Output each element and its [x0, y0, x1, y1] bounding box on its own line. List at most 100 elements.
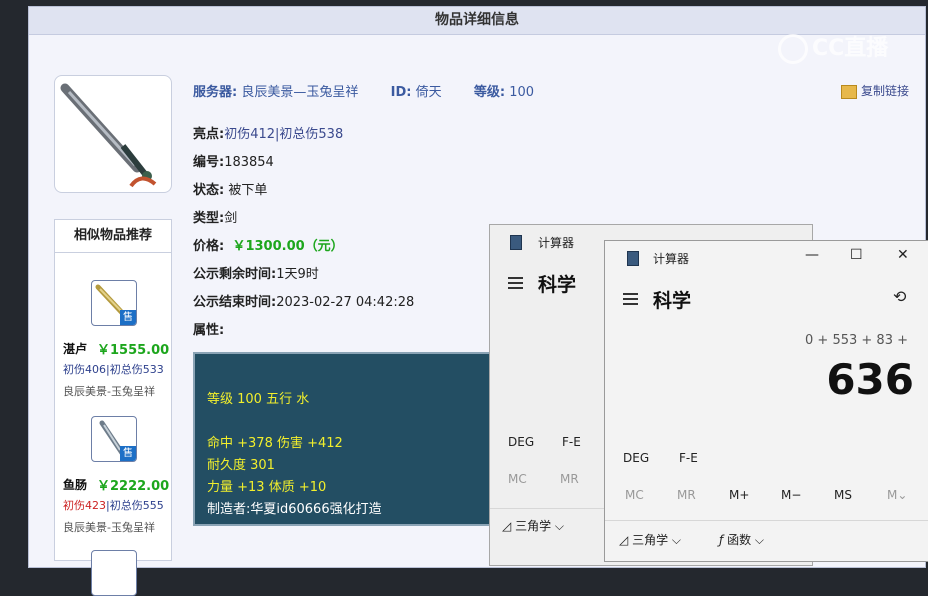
- highlight-value: 初伤412|初总伤538: [224, 127, 344, 142]
- attr-line-hit: 命中 +378 伤害 +412: [207, 436, 343, 451]
- minimize-button[interactable]: —: [805, 247, 819, 263]
- status-row: 状态: 被下单: [193, 179, 267, 198]
- desktop-background: 物品详细信息 相似物品推荐 售 湛卢 ￥1555.00 初伤406|初总伤533…: [0, 0, 928, 596]
- memory-list-button[interactable]: M⌄: [887, 488, 907, 502]
- type-row: 类型:剑: [193, 207, 237, 226]
- watermark-logo-icon: [778, 34, 808, 64]
- calculator-title: 计算器: [653, 252, 690, 266]
- similar-item-price: ￥2222.00: [97, 479, 170, 494]
- server-value: 良辰美景—玉兔呈祥: [241, 85, 359, 100]
- trig-label: 三角学: [515, 519, 552, 533]
- fe-button[interactable]: F-E: [562, 435, 581, 449]
- function-label: 函数: [727, 533, 752, 547]
- similar-item-stat-b: |初总伤555: [106, 499, 164, 512]
- attr-line-strength: 力量 +13 体质 +10: [207, 480, 327, 495]
- calculator-app-icon: [627, 251, 639, 266]
- attr-line-durability: 耐久度 301: [207, 458, 275, 473]
- server-row: 服务器: 良辰美景—玉兔呈祥 ID: 倚天 等级: 100: [193, 81, 534, 100]
- similar-item-name[interactable]: 湛卢: [63, 340, 87, 357]
- trig-dropdown[interactable]: ◿ 三角学 ⌵: [619, 531, 681, 548]
- calculator-mode: 科学: [653, 290, 692, 312]
- sell-badge: 售: [120, 446, 136, 461]
- trig-label: 三角学: [632, 533, 669, 547]
- attribute-box: 等级 100 五行 水 命中 +378 伤害 +412 耐久度 301 力量 +…: [193, 352, 497, 526]
- similar-item-image[interactable]: 售: [91, 280, 137, 326]
- maximize-button[interactable]: ☐: [850, 247, 863, 263]
- highlight-label: 亮点:: [193, 127, 225, 142]
- mr-button[interactable]: MR: [560, 472, 579, 486]
- similar-item-stat-a: 初伤406: [63, 363, 106, 376]
- type-label: 类型:: [193, 211, 225, 226]
- function-dropdown[interactable]: ƒ 函数 ⌵: [719, 531, 764, 548]
- chevron-down-icon: ⌵: [554, 519, 565, 533]
- similar-item-stats: 初伤423|初总伤555: [63, 497, 164, 513]
- copy-link-label: 复制链接: [861, 84, 910, 98]
- number-value: 183854: [224, 155, 274, 170]
- remaining-label: 公示剩余时间:: [193, 267, 277, 282]
- similar-item-name[interactable]: 鱼肠: [63, 476, 87, 493]
- deg-button[interactable]: DEG: [508, 435, 534, 449]
- calculator-window-front[interactable]: 计算器 — ☐ ✕ 科学 ⟲ 0 + 553 + 83 + 636 DEG F-…: [604, 240, 928, 562]
- memory-list-label: M: [887, 488, 898, 502]
- trig-dropdown[interactable]: ◿ 三角学 ⌵: [502, 517, 564, 534]
- chevron-down-icon: ⌵: [671, 533, 682, 547]
- remaining-value: 1天9时: [276, 267, 319, 282]
- server-label: 服务器:: [193, 85, 238, 100]
- status-value: 被下单: [228, 183, 268, 198]
- id-value: 倚天: [415, 85, 442, 100]
- watermark-text: CC直播: [812, 36, 889, 61]
- sell-badge: 售: [120, 310, 136, 325]
- level-value: 100: [509, 85, 535, 100]
- stream-watermark: CC直播: [778, 30, 888, 64]
- function-icon: ƒ: [719, 533, 724, 547]
- number-row: 编号:183854: [193, 151, 274, 170]
- divider: [605, 520, 928, 521]
- expression-display: 0 + 553 + 83 +: [805, 333, 908, 348]
- similar-item-stat-b: |初总伤533: [106, 363, 164, 376]
- folder-icon: [841, 84, 857, 99]
- attribute-row: 属性:: [193, 319, 224, 338]
- mc-button[interactable]: MC: [625, 488, 644, 502]
- menu-icon[interactable]: [623, 293, 638, 305]
- copy-link-button[interactable]: 复制链接: [841, 82, 909, 99]
- m-plus-button[interactable]: M+: [729, 488, 749, 502]
- similar-items-box: 相似物品推荐 售 湛卢 ￥1555.00 初伤406|初总伤533 良辰美景-玉…: [54, 219, 172, 596]
- similar-item-stat-a: 初伤423: [63, 499, 106, 512]
- similar-title: 相似物品推荐: [55, 220, 171, 253]
- end-time-row: 公示结束时间:2023-02-27 04:42:28: [193, 291, 414, 310]
- similar-item-server: 良辰美景-玉兔呈祥: [63, 385, 155, 398]
- price-value: ￥1300.00（元）: [232, 239, 344, 254]
- m-minus-button[interactable]: M−: [781, 488, 801, 502]
- remaining-time-row: 公示剩余时间:1天9时: [193, 263, 319, 282]
- calculator-app-icon: [510, 235, 522, 250]
- level-label: 等级:: [473, 85, 506, 100]
- history-icon[interactable]: ⟲: [893, 287, 906, 306]
- fe-button[interactable]: F-E: [679, 451, 698, 465]
- mr-button[interactable]: MR: [677, 488, 696, 502]
- id-label: ID:: [390, 85, 412, 100]
- price-row: 价格: ￥1300.00（元）: [193, 235, 344, 254]
- ms-button[interactable]: MS: [834, 488, 852, 502]
- calculator-mode: 科学: [538, 274, 577, 296]
- similar-item-image-partial[interactable]: [91, 550, 137, 596]
- similar-item-image[interactable]: 售: [91, 416, 137, 462]
- similar-item-server: 良辰美景-玉兔呈祥: [63, 521, 155, 534]
- status-label: 状态:: [193, 183, 225, 198]
- close-button[interactable]: ✕: [897, 247, 909, 263]
- end-label: 公示结束时间:: [193, 295, 277, 310]
- end-value: 2023-02-27 04:42:28: [276, 295, 415, 310]
- sword-icon: [60, 83, 157, 188]
- chevron-down-icon: ⌄: [897, 488, 908, 502]
- deg-button[interactable]: DEG: [623, 451, 649, 465]
- item-thumbnail[interactable]: [54, 75, 172, 193]
- menu-icon[interactable]: [508, 277, 523, 289]
- triangle-icon: ◿: [502, 519, 512, 533]
- calculator-title: 计算器: [538, 236, 575, 250]
- number-label: 编号:: [193, 155, 225, 170]
- similar-item-price: ￥1555.00: [97, 343, 170, 358]
- chevron-down-icon: ⌵: [754, 533, 765, 547]
- highlight-row: 亮点:初伤412|初总伤538: [193, 123, 343, 142]
- result-display: 636: [826, 355, 914, 404]
- mc-button[interactable]: MC: [508, 472, 527, 486]
- similar-item-stats: 初伤406|初总伤533: [63, 361, 164, 377]
